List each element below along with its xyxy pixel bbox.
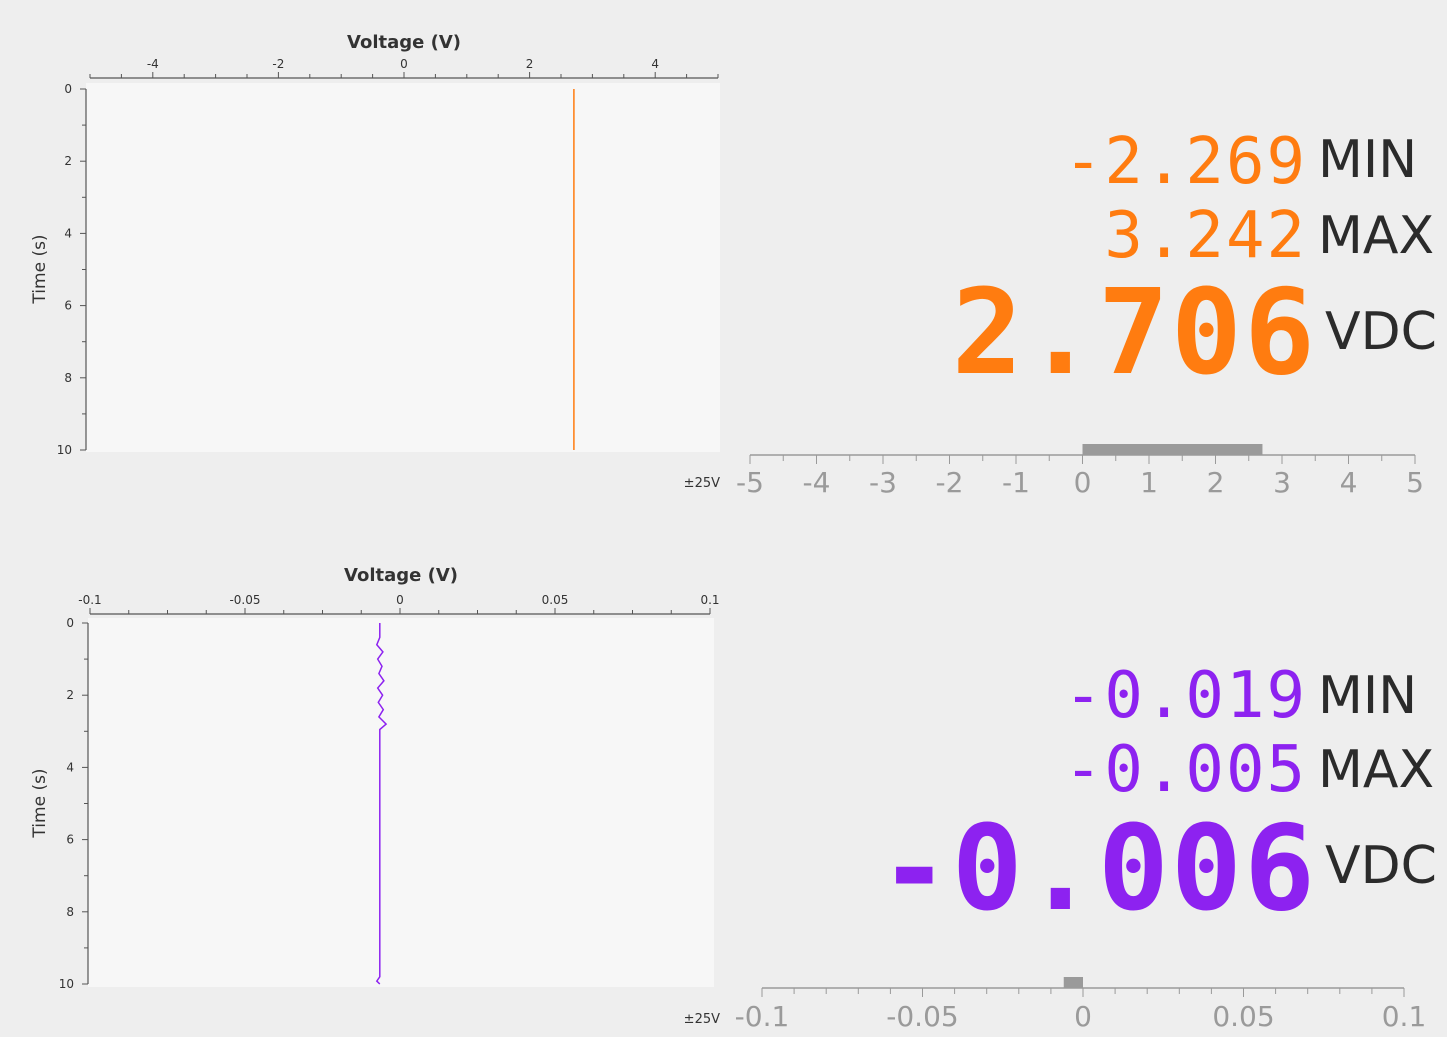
bar-tick-label: 2 (1207, 466, 1225, 499)
plot-x-ticks: -4 -2 0 2 4 (89, 57, 719, 79)
bar-tick-label: 5 (1406, 466, 1424, 499)
bar-tick-label: 4 (1340, 466, 1358, 499)
bar-tick-label: 0.05 (1212, 1000, 1274, 1033)
bar-tick-label: 0.1 (1382, 1000, 1427, 1033)
level-bar-fill (1082, 444, 1263, 455)
max-label: MAX (1318, 206, 1435, 266)
unit-label: VDC (1325, 302, 1437, 362)
min-value: -0.019 (1063, 659, 1307, 733)
plot-y-ticks: 0 2 4 6 8 10 (57, 82, 87, 457)
x-tick-label: 0.05 (542, 593, 569, 607)
level-bar-ticks: -5 -4 -3 -2 -1 0 1 2 3 4 5 (736, 455, 1424, 499)
max-value: 3.242 (1104, 199, 1307, 273)
max-label: MAX (1318, 740, 1435, 800)
x-tick-label: 0 (396, 593, 404, 607)
main-value: 2.706 (951, 263, 1317, 401)
y-tick-label: 10 (59, 977, 74, 991)
channel-2-panel: Voltage (V) Time (s) -0.1 -0.05 0 0.05 0.1 0… (0, 518, 1447, 1036)
y-tick-label: 8 (66, 905, 74, 919)
bar-tick-label: 0 (1074, 1000, 1092, 1033)
channel-1-level-bar: -5 -4 -3 -2 -1 0 1 2 3 4 5 (736, 444, 1424, 499)
y-tick-label: 0 (66, 616, 74, 630)
y-tick-label: 4 (64, 226, 72, 240)
x-tick-label: 0.1 (700, 593, 719, 607)
x-tick-label: -2 (272, 57, 284, 71)
x-tick-label: 0 (400, 57, 408, 71)
plot-y-ticks: 0 2 4 6 8 10 (59, 616, 89, 991)
bar-tick-label: -4 (803, 466, 831, 499)
x-tick-label: -4 (147, 57, 159, 71)
y-tick-label: 2 (64, 154, 72, 168)
bar-tick-label: -2 (936, 466, 964, 499)
bar-tick-label: -5 (736, 466, 764, 499)
level-bar-fill (1063, 977, 1083, 988)
channel-2-plot: Voltage (V) Time (s) -0.1 -0.05 0 0.05 0.1 0… (30, 565, 720, 991)
bar-tick-label: 3 (1273, 466, 1291, 499)
x-tick-label: -0.05 (229, 593, 260, 607)
bar-tick-label: -3 (869, 466, 897, 499)
channel-1-plot: Voltage (V) Time (s) -4 -2 0 2 4 0 2 4 6 8 10 (30, 32, 720, 457)
range-label: ±25V (684, 476, 720, 491)
x-tick-label: -0.1 (78, 593, 101, 607)
x-tick-label: 4 (651, 57, 659, 71)
y-tick-label: 0 (64, 82, 72, 96)
bar-tick-label: -1 (1002, 466, 1030, 499)
y-tick-label: 4 (66, 760, 74, 774)
bar-tick-label: -0.05 (886, 1000, 958, 1033)
y-tick-label: 8 (64, 371, 72, 385)
bar-tick-label: -0.1 (735, 1000, 790, 1033)
bar-tick-label: 0 (1074, 466, 1092, 499)
y-tick-label: 6 (64, 299, 72, 313)
channel-2-level-bar: -0.1 -0.05 0 0.05 0.1 (735, 977, 1427, 1033)
bar-tick-label: 1 (1140, 466, 1158, 499)
y-tick-label: 10 (57, 443, 72, 457)
unit-label: VDC (1325, 836, 1437, 896)
x-tick-label: 2 (526, 57, 534, 71)
plot-ylabel: Time (s) (30, 234, 50, 304)
plot-ylabel: Time (s) (30, 768, 50, 838)
y-tick-label: 2 (66, 688, 74, 702)
min-value: -2.269 (1063, 125, 1307, 199)
min-label: MIN (1318, 666, 1418, 726)
y-tick-label: 6 (66, 833, 74, 847)
plot-xlabel: Voltage (V) (344, 565, 458, 586)
plot-area (86, 83, 720, 452)
plot-x-ticks: -0.1 -0.05 0 0.05 0.1 (78, 593, 720, 615)
main-value: -0.006 (878, 799, 1317, 937)
plot-xlabel: Voltage (V) (347, 32, 461, 53)
plot-area (88, 618, 714, 987)
range-label: ±25V (684, 1012, 720, 1027)
level-bar-ticks: -0.1 -0.05 0 0.05 0.1 (735, 988, 1427, 1033)
channel-1-panel: Voltage (V) Time (s) -4 -2 0 2 4 0 2 4 6 8 10 ±25… (0, 0, 1447, 518)
min-label: MIN (1318, 130, 1418, 190)
max-value: -0.005 (1063, 733, 1307, 807)
